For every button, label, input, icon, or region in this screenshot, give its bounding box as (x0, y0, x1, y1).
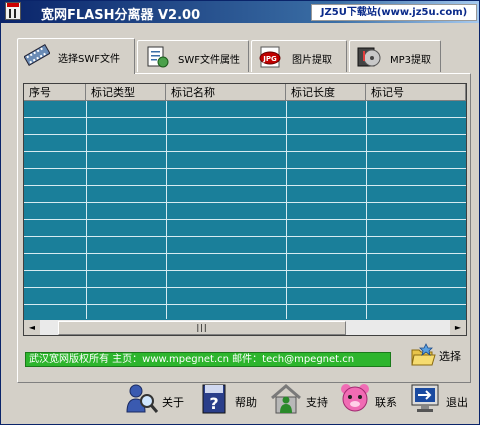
row-divider (24, 202, 466, 203)
tab-label: SWF文件属性 (178, 55, 240, 66)
row-divider (24, 253, 466, 254)
button-label: 帮助 (235, 396, 257, 409)
open-folder-icon (411, 343, 436, 366)
copyright-bar: 武汉宽网版权所有 主页：www.mpegnet.cn 邮件：tech@mpegn… (25, 352, 391, 367)
title-bar: 宽网FLASH分离器 V2.00 JZ5U下载站(www.jz5u.com) (1, 1, 479, 23)
tab-label: 图片提取 (292, 55, 332, 66)
row-divider (24, 168, 466, 169)
column-header[interactable]: 标记类型 (86, 84, 166, 101)
row-divider (24, 134, 466, 135)
column-header[interactable]: 标记名称 (166, 84, 286, 101)
row-divider (24, 287, 466, 288)
button-label: 联系 (375, 396, 397, 409)
horizontal-scrollbar[interactable]: ◄ ||| ► (24, 320, 466, 335)
row-divider (24, 185, 466, 186)
column-header[interactable]: 标记号 (366, 84, 466, 101)
column-header[interactable]: 序号 (24, 84, 86, 101)
row-divider (24, 304, 466, 305)
monitor-exit-icon (411, 384, 439, 412)
jpg-image-icon: JPG (259, 46, 281, 68)
app-window: 宽网FLASH分离器 V2.00 JZ5U下载站(www.jz5u.com) 选… (0, 0, 480, 425)
scroll-thumb[interactable]: ||| (58, 321, 346, 335)
column-divider (86, 101, 87, 319)
row-divider (24, 151, 466, 152)
row-divider (24, 219, 466, 220)
scroll-right-button[interactable]: ► (450, 320, 466, 335)
tab-select-swf[interactable]: 选择SWF文件 (17, 38, 135, 74)
svg-text:?: ? (209, 394, 218, 413)
window-title: 宽网FLASH分离器 V2.00 (41, 8, 201, 23)
select-file-button[interactable]: 选择 (409, 341, 467, 371)
tab-image-extract[interactable]: JPG 图片提取 (251, 40, 347, 72)
music-disc-icon (357, 47, 381, 67)
user-magnifier-icon (126, 384, 159, 413)
tab-mp3-extract[interactable]: MP3提取 (349, 40, 441, 72)
column-divider (166, 101, 167, 319)
home-support-icon (271, 384, 301, 414)
select-label: 选择 (439, 350, 461, 363)
film-strip-icon (24, 43, 50, 67)
tab-swf-properties[interactable]: SWF文件属性 (137, 40, 249, 72)
row-divider (24, 117, 466, 118)
column-header[interactable]: 标记长度 (286, 84, 366, 101)
tab-label: MP3提取 (390, 55, 432, 66)
row-divider (24, 236, 466, 237)
table-header: 序号 标记类型 标记名称 标记长度 标记号 (24, 84, 466, 101)
column-divider (286, 101, 287, 319)
tab-label: 选择SWF文件 (58, 54, 120, 65)
site-badge: JZ5U下载站(www.jz5u.com) (311, 4, 477, 21)
button-label: 支持 (306, 396, 328, 409)
pink-bear-icon (341, 384, 369, 412)
svg-text:JPG: JPG (262, 55, 277, 63)
button-label: 退出 (446, 396, 468, 409)
app-icon[interactable] (5, 2, 21, 20)
scroll-track[interactable]: ||| (40, 320, 450, 335)
scroll-left-button[interactable]: ◄ (24, 320, 40, 335)
document-properties-icon (147, 46, 169, 68)
button-label: 关于 (162, 396, 184, 409)
column-divider (366, 101, 367, 319)
help-book-icon: ? (202, 384, 226, 414)
table-body (24, 101, 466, 319)
row-divider (24, 270, 466, 271)
tag-table[interactable]: 序号 标记类型 标记名称 标记长度 标记号 ◄ ||| ► (23, 83, 467, 336)
